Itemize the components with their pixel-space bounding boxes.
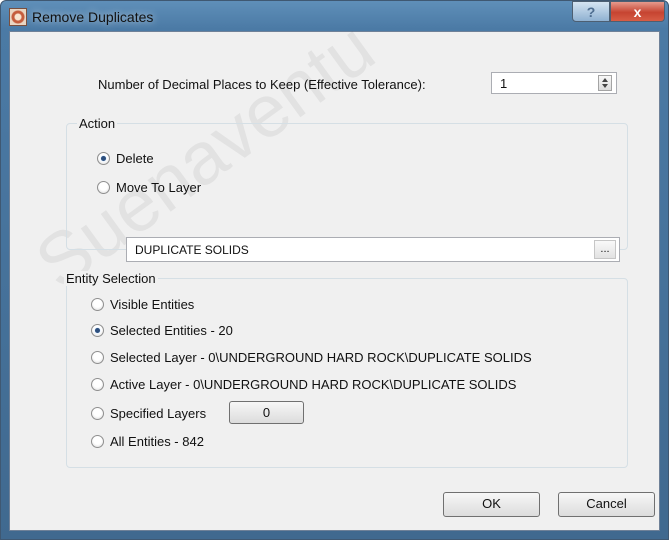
browse-layer-button[interactable]: ... <box>594 240 616 259</box>
visible-entities-label[interactable]: Visible Entities <box>110 297 194 312</box>
tolerance-spinbox[interactable]: 1 <box>491 72 617 94</box>
entity-selection-title: Entity Selection <box>64 271 158 286</box>
selected-layer-radio[interactable] <box>91 351 104 364</box>
selected-entities-label[interactable]: Selected Entities - 20 <box>110 323 233 338</box>
visible-entities-radio[interactable] <box>91 298 104 311</box>
cancel-button[interactable]: Cancel <box>558 492 655 517</box>
move-to-layer-label[interactable]: Move To Layer <box>116 180 201 195</box>
title-bar[interactable]: Remove Duplicates ? x <box>1 1 668 31</box>
window-title: Remove Duplicates <box>32 9 154 25</box>
move-to-layer-radio[interactable] <box>97 181 110 194</box>
active-layer-radio[interactable] <box>91 378 104 391</box>
delete-radio[interactable] <box>97 152 110 165</box>
remove-duplicates-dialog: Remove Duplicates ? x Suenaventu Number … <box>0 0 669 540</box>
specified-layers-label[interactable]: Specified Layers <box>110 406 206 421</box>
tolerance-label: Number of Decimal Places to Keep (Effect… <box>98 77 426 92</box>
up-arrow-icon[interactable] <box>602 78 608 82</box>
all-entities-radio[interactable] <box>91 435 104 448</box>
all-entities-label[interactable]: All Entities - 842 <box>110 434 204 449</box>
selected-layer-label[interactable]: Selected Layer - 0\UNDERGROUND HARD ROCK… <box>110 350 532 365</box>
specified-layers-radio[interactable] <box>91 407 104 420</box>
tolerance-value[interactable]: 1 <box>500 76 507 91</box>
specified-layers-count-button[interactable]: 0 <box>229 401 304 424</box>
action-group-title: Action <box>77 116 118 131</box>
down-arrow-icon[interactable] <box>602 84 608 88</box>
help-button[interactable]: ? <box>572 1 610 22</box>
delete-label[interactable]: Delete <box>116 151 154 166</box>
spin-buttons[interactable] <box>598 75 612 91</box>
close-button[interactable]: x <box>610 1 665 22</box>
layer-input[interactable]: DUPLICATE SOLIDS ... <box>126 237 620 262</box>
active-layer-label[interactable]: Active Layer - 0\UNDERGROUND HARD ROCK\D… <box>110 377 516 392</box>
selected-entities-radio[interactable] <box>91 324 104 337</box>
layer-value[interactable]: DUPLICATE SOLIDS <box>135 243 249 257</box>
dialog-content: Suenaventu Number of Decimal Places to K… <box>9 6 660 531</box>
app-icon <box>9 8 27 26</box>
ok-button[interactable]: OK <box>443 492 540 517</box>
